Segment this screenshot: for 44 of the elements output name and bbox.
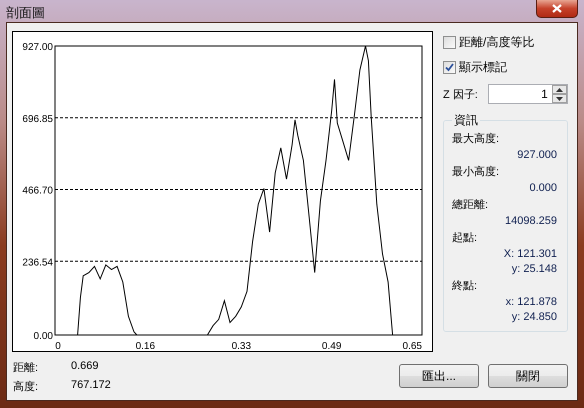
y-tick-label: 696.85 — [22, 114, 53, 125]
dialog-button[interactable]: 匯出... — [399, 364, 479, 388]
readout-label: 高度: — [13, 380, 40, 394]
info-value: y: 24.850 — [512, 311, 557, 323]
checkbox-label: 距離/高度等比 — [459, 34, 534, 51]
z-factor-label: Z 因子: — [443, 88, 478, 102]
spin-down-button[interactable] — [552, 94, 567, 103]
x-tick-label: 0.16 — [136, 341, 156, 349]
check-icon — [445, 63, 454, 72]
checkbox[interactable] — [443, 61, 456, 74]
spin-up-button[interactable] — [552, 85, 567, 94]
readout-value: 767.172 — [71, 379, 112, 393]
y-tick-label: 927.00 — [22, 42, 53, 53]
info-label: 最小高度: — [452, 164, 500, 179]
info-value: X: 121.301 — [504, 248, 557, 260]
z-factor-spinner[interactable]: 1 — [488, 84, 568, 104]
info-value: 0.000 — [529, 182, 557, 194]
info-label: 起點: — [452, 231, 478, 245]
info-value: 927.000 — [517, 149, 557, 161]
y-tick-label: 0.00 — [34, 331, 53, 342]
checkbox-label: 顯示標記 — [459, 59, 507, 76]
info-value: y: 25.148 — [512, 263, 557, 275]
checkbox[interactable] — [443, 36, 456, 49]
x-tick-label: 0.33 — [232, 341, 252, 349]
close-button[interactable] — [536, 0, 578, 18]
down-arrow-icon — [556, 96, 563, 100]
x-tick-label: 0 — [55, 341, 61, 349]
x-tick-label: 0.65 — [402, 341, 422, 349]
up-arrow-icon — [556, 88, 563, 92]
dialog-button[interactable]: 關閉 — [488, 364, 568, 388]
readout-value: 0.669 — [71, 360, 100, 374]
y-tick-label: 466.70 — [22, 186, 53, 196]
z-factor-input[interactable]: 1 — [488, 87, 552, 101]
info-label: 最大高度: — [452, 132, 500, 146]
y-tick-label: 236.54 — [22, 257, 53, 268]
group-title: 資訊 — [453, 112, 479, 129]
readout-label: 距離: — [13, 361, 40, 375]
info-value: x: 121.878 — [506, 296, 557, 308]
info-value: 14098.259 — [505, 215, 557, 227]
close-icon — [552, 4, 562, 13]
info-label: 終點: — [452, 279, 478, 293]
info-label: 總距離: — [452, 198, 490, 212]
x-tick-label: 0.49 — [322, 341, 342, 349]
window-title: 剖面圖 — [6, 4, 45, 22]
